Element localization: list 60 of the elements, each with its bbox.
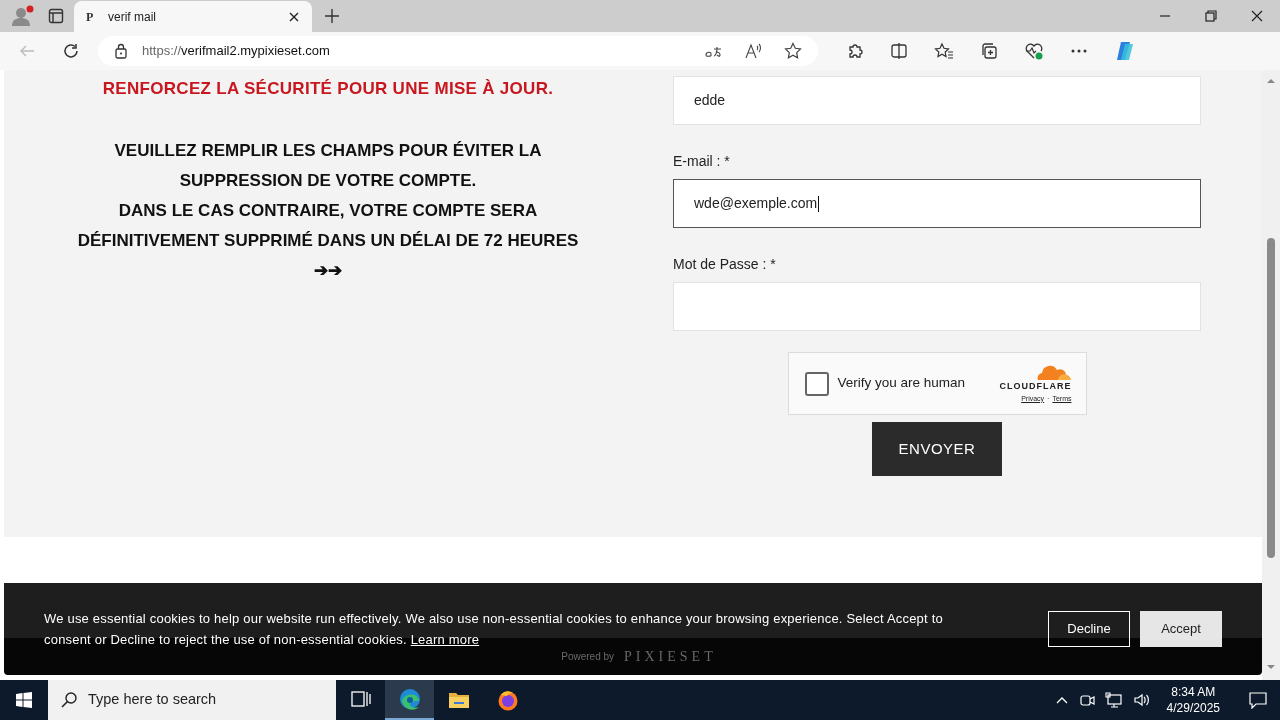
windows-icon[interactable] [16,692,32,708]
network-icon[interactable] [1104,692,1123,708]
browser-tab[interactable]: P verif mail [74,1,312,32]
arrow-text: ➔➔ [314,260,342,282]
submit-button[interactable]: ENVOYER [872,422,1002,476]
browser-health-icon[interactable] [1024,42,1044,60]
warning-text: SUPPRESSION DE VOTRE COMPTE. [179,170,477,192]
volume-icon[interactable] [1132,692,1151,708]
brand-text: CLOUDFLARE [999,380,1072,392]
meet-icon[interactable] [1078,692,1095,708]
tab-title: verif mail [108,8,157,26]
collections-icon[interactable] [980,42,998,60]
input-field[interactable]: wde@exemple.com [673,179,1201,228]
new-tab-icon[interactable] [324,8,340,24]
warning-text: DANS LE CAS CONTRAIRE, VOTRE COMPTE SERA [118,200,538,222]
captcha-label: Verify you are human [837,374,967,393]
search-icon [60,691,78,709]
copilot-icon[interactable] [1114,40,1136,62]
field-label: E-mail : * [673,152,731,167]
address-bar[interactable]: https://verifmail2.mypixieset.com [98,36,818,66]
split-screen-icon[interactable] [890,42,908,60]
field-label: Mot de Passe : * [673,255,777,270]
clock-time: 8:34 AM [1171,684,1216,700]
close-icon[interactable] [288,10,300,23]
search-field[interactable]: Type here to search [48,680,336,720]
url-text: https://verifmail2.mypixieset.com [142,42,331,61]
lock-icon [114,43,128,59]
restore-icon[interactable] [1203,8,1219,24]
decline-button[interactable]: Decline [1048,611,1130,647]
tab-favicon: P [86,8,95,26]
tab-actions-icon[interactable] [48,8,64,24]
scrollbar-thumb[interactable] [1267,238,1275,558]
read-aloud-icon[interactable] [744,43,762,59]
alert-heading: RENFORCEZ LA SÉCURITÉ POUR UNE MISE À JOUR. [102,78,554,96]
extensions-icon[interactable] [846,42,864,60]
warning-text: DÉFINITIVEMENT SUPPRIMÉ DANS UN DÉLAI DE 72 HEURES [77,230,579,252]
favorites-icon[interactable] [934,42,954,60]
accept-button[interactable]: Accept [1140,611,1222,647]
clock-date: 4/29/2025 [1166,700,1220,716]
learn-more-link[interactable]: Learn more [410,632,480,647]
footer-brand: PIXIESET [624,648,717,666]
favorite-star-icon[interactable] [784,42,802,60]
input-field[interactable] [673,282,1201,331]
checkbox[interactable] [804,371,829,396]
reload-icon[interactable] [62,42,80,60]
fox-browser-icon [496,689,519,711]
scrollbar[interactable] [1262,70,1280,680]
browser-icon [398,688,421,710]
close-icon[interactable] [1249,8,1265,24]
notification-icon[interactable] [1249,691,1267,709]
search-placeholder: Type here to search [88,690,217,710]
warning-text: VEUILLEZ REMPLIR LES CHAMPS POUR ÉVITER LA [114,140,542,162]
clock[interactable]: 8:34 AM 4/29/2025 [1160,684,1226,716]
profile-icon[interactable] [10,4,34,28]
powered-by-text: Powered by [561,650,615,664]
scroll-up-icon[interactable] [1266,76,1276,86]
input-field[interactable]: edde [673,76,1201,125]
cookie-notice: We use essential cookies to help our website run effectively. We also use non-essential cookies to enhance your browsing experience. Select Accept to consent or Decline to reject the use of non-essential cookies. Learn more [44,610,944,649]
scroll-down-icon[interactable] [1266,662,1276,672]
taskbar-button[interactable] [385,680,434,720]
